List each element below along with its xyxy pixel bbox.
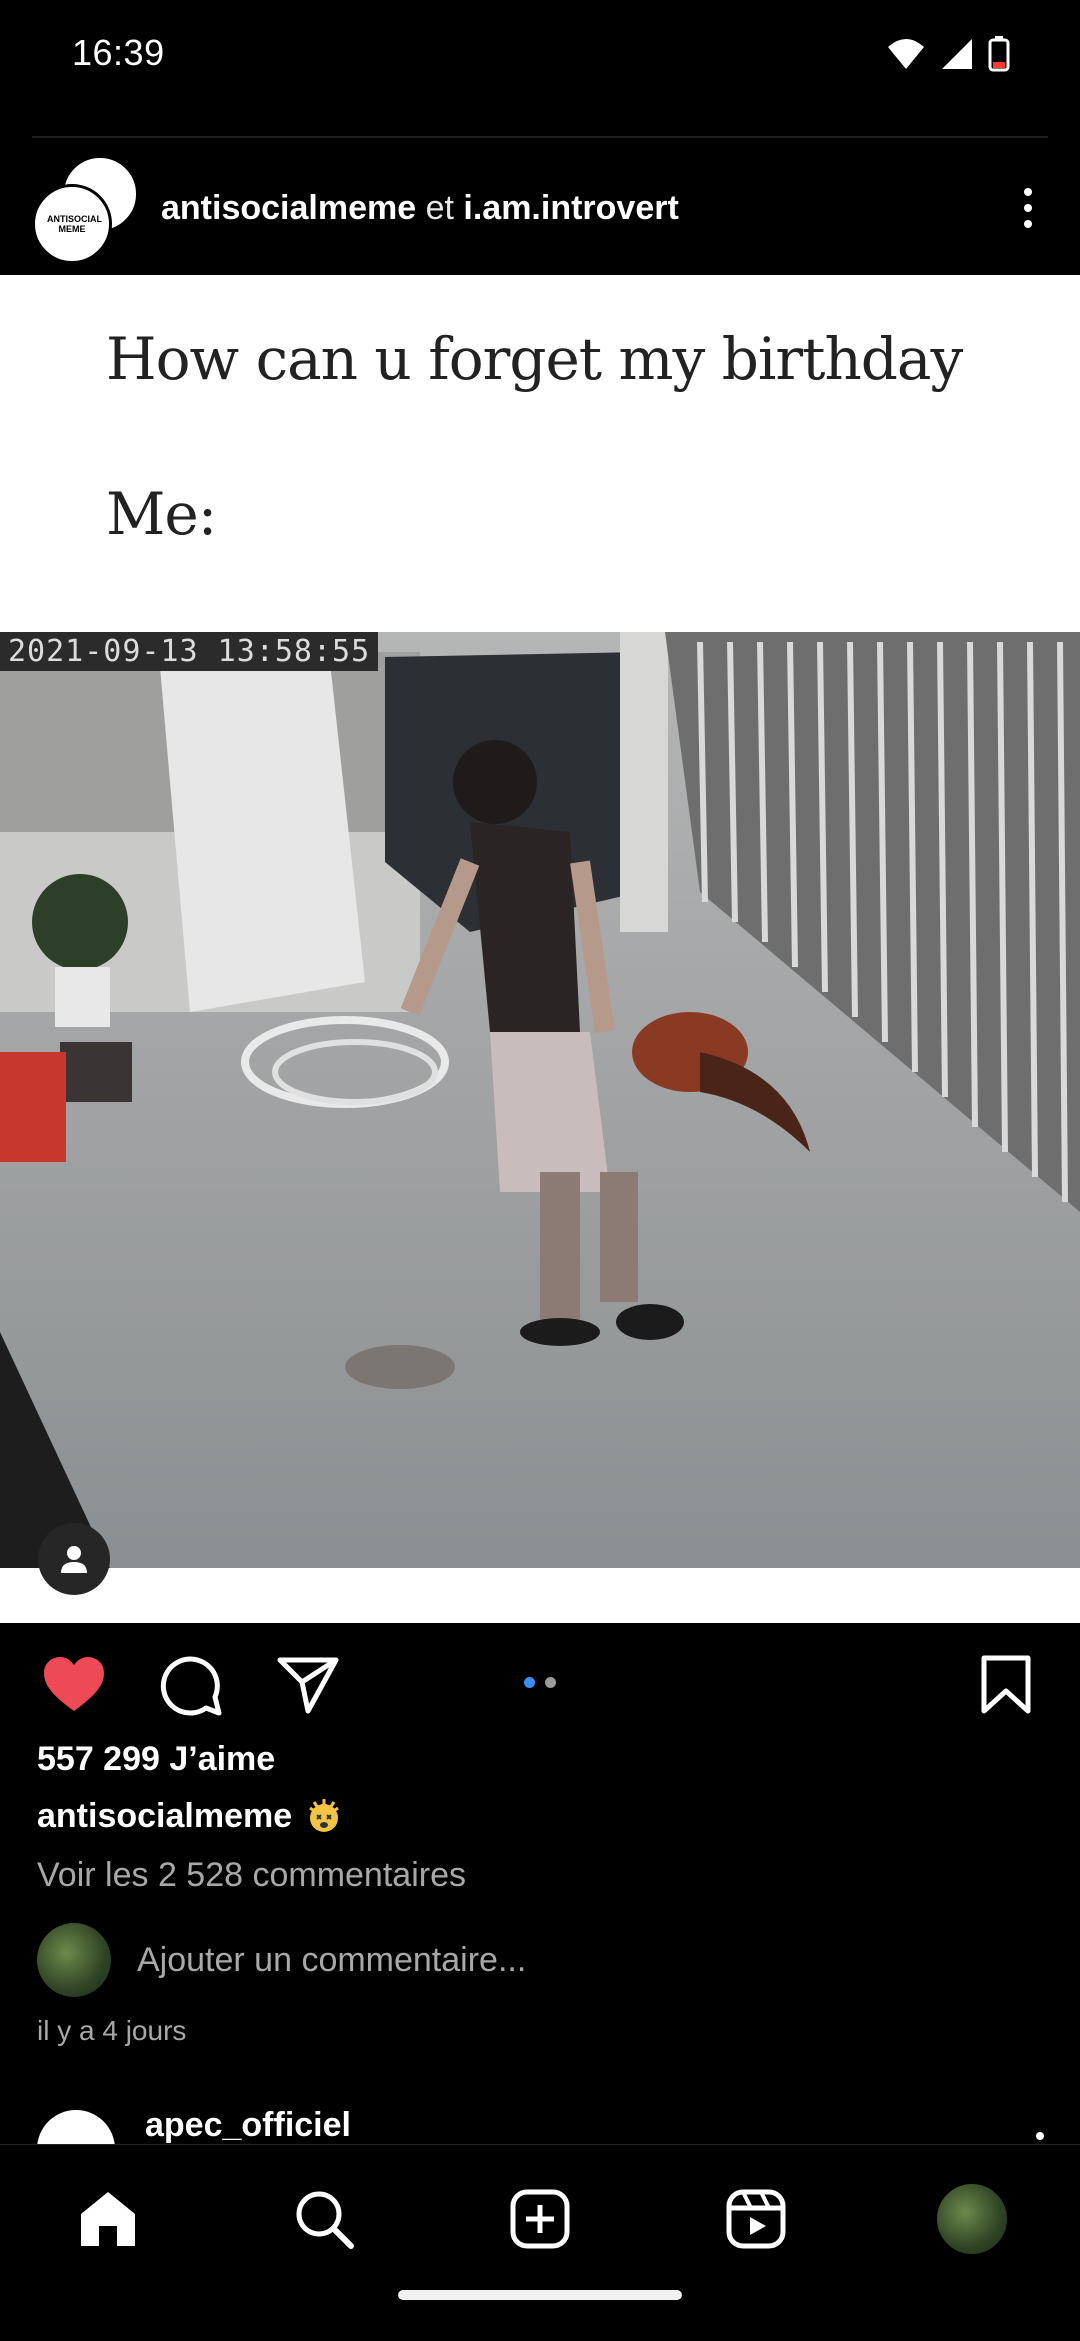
- post-actions: [0, 1623, 1080, 1738]
- meme-caption-line-2: Me:: [106, 480, 217, 548]
- video-timestamp: 2021-09-13 13:58:55: [0, 632, 379, 671]
- author-connector: et: [425, 189, 454, 227]
- status-icons: [886, 34, 1010, 74]
- current-user-avatar: [37, 1923, 111, 1997]
- save-button[interactable]: [970, 1649, 1042, 1721]
- profile-avatar: [935, 2182, 1009, 2256]
- user-icon: [61, 1546, 87, 1573]
- carousel-dot-active: [524, 1677, 535, 1688]
- next-post-header: apec_officiel: [0, 2110, 1080, 2144]
- share-button[interactable]: [272, 1649, 344, 1721]
- view-all-comments-link[interactable]: Voir les 2 528 commentaires: [37, 1856, 466, 1895]
- post-header: ANTISOCIAL MEME antisocialmeme et i.am.i…: [0, 140, 1080, 275]
- next-post-avatar[interactable]: [37, 2110, 115, 2144]
- comment-bubble-icon: [160, 1656, 222, 1716]
- caption-username[interactable]: antisocialmeme: [37, 1797, 292, 1836]
- coauthor-username[interactable]: i.am.introvert: [463, 189, 678, 227]
- post-caption: antisocialmeme: [37, 1796, 344, 1836]
- status-bar: 16:39: [0, 0, 1080, 108]
- status-time: 16:39: [72, 32, 165, 73]
- battery-low-icon: [988, 36, 1010, 72]
- nav-search[interactable]: [284, 2179, 364, 2259]
- cellular-signal-icon: [942, 39, 972, 69]
- reels-icon: [726, 2189, 786, 2249]
- feed-divider: [32, 136, 1048, 138]
- nav-home[interactable]: [68, 2179, 148, 2259]
- search-icon: [296, 2191, 354, 2249]
- comment-button[interactable]: [155, 1649, 227, 1721]
- nav-reels[interactable]: [716, 2179, 796, 2259]
- post-authors[interactable]: antisocialmeme et i.am.introvert: [161, 184, 679, 232]
- home-gesture-bar[interactable]: [398, 2290, 682, 2300]
- post-options-button[interactable]: [1000, 180, 1056, 236]
- tagged-people-button[interactable]: [38, 1523, 110, 1595]
- bottom-navigation: [0, 2144, 1080, 2341]
- add-comment-input[interactable]: Ajouter un commentaire...: [137, 1941, 526, 1980]
- carousel-indicator: [524, 1677, 556, 1688]
- home-icon: [81, 2192, 135, 2246]
- next-post-options-button[interactable]: [1036, 2132, 1044, 2140]
- author-avatar-text: ANTISOCIAL MEME: [47, 214, 102, 234]
- author-avatar[interactable]: ANTISOCIAL MEME: [32, 184, 112, 264]
- more-dot: [1024, 204, 1032, 212]
- post-timestamp: il y a 4 jours: [37, 2015, 187, 2046]
- cctv-scene-image: [0, 632, 1080, 1568]
- next-post-username[interactable]: apec_officiel: [145, 2110, 351, 2144]
- cctv-video[interactable]: 2021-09-13 13:58:55: [0, 632, 1080, 1568]
- nav-profile[interactable]: [932, 2179, 1012, 2259]
- wifi-icon: [888, 39, 924, 69]
- more-dot: [1024, 188, 1032, 196]
- more-dot: [1024, 220, 1032, 228]
- heart-filled-icon: [44, 1657, 104, 1711]
- post-media[interactable]: How can u forget my birthday Me: 2021-09…: [0, 275, 1080, 1623]
- create-post-icon: [510, 2189, 570, 2249]
- paper-plane-icon: [277, 1657, 339, 1714]
- author-username[interactable]: antisocialmeme: [161, 189, 416, 227]
- dizzy-face-emoji-icon: [309, 1799, 339, 1832]
- add-comment-row[interactable]: Ajouter un commentaire...: [37, 1922, 526, 1998]
- likes-count[interactable]: 557 299 J’aime: [37, 1740, 275, 1779]
- nav-create[interactable]: [500, 2179, 580, 2259]
- meme-caption-line-1: How can u forget my birthday: [106, 325, 963, 393]
- like-button[interactable]: [36, 1649, 112, 1719]
- bookmark-icon: [981, 1655, 1031, 1714]
- carousel-dot: [545, 1677, 556, 1688]
